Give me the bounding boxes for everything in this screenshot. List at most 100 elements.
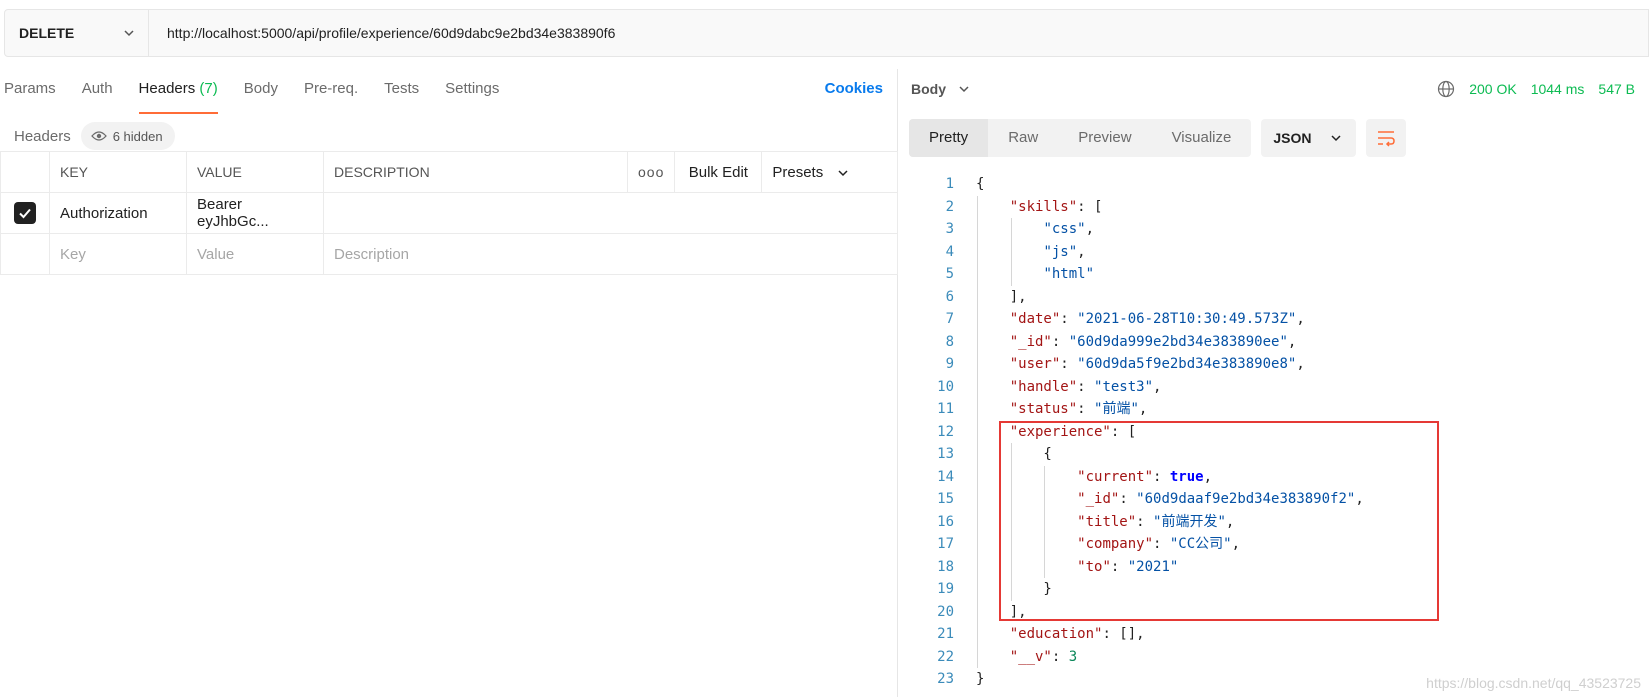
line-number: 14 — [937, 468, 954, 485]
indent-guide — [977, 645, 978, 668]
indent-guide — [977, 488, 978, 511]
code-text: "date": "2021-06-28T10:30:49.573Z", — [976, 308, 1305, 331]
code-line: 2 "skills": [ — [899, 195, 1649, 218]
key-input[interactable]: Key — [49, 233, 187, 275]
line-number: 5 — [945, 266, 954, 282]
indent-guide — [977, 510, 978, 533]
line-number: 9 — [945, 356, 954, 372]
tab-pretty[interactable]: Pretty — [909, 119, 989, 157]
tab-raw[interactable]: Raw — [988, 119, 1058, 157]
value-column-header: VALUE — [186, 151, 324, 193]
line-number: 22 — [937, 648, 954, 665]
indent-guide — [1010, 218, 1012, 241]
line-number: 20 — [937, 603, 954, 620]
bulk-edit-button[interactable]: Bulk Edit — [674, 151, 763, 193]
response-time[interactable]: 1044 ms — [1531, 81, 1585, 97]
tab-body[interactable]: Body — [244, 69, 278, 109]
presets-label: Presets — [772, 163, 824, 181]
key-column-header: KEY — [49, 151, 187, 193]
line-number: 7 — [945, 311, 954, 327]
line-number: 4 — [945, 243, 954, 260]
code-line: 10 "handle": "test3", — [899, 375, 1649, 398]
indent-guide — [977, 375, 978, 398]
code-line: 21 "education": [], — [899, 623, 1649, 646]
code-line: 8 "_id": "60d9da999e2bd34e383890ee", — [899, 330, 1649, 353]
code-text: "_id": "60d9da999e2bd34e383890ee", — [976, 330, 1296, 353]
tab-params[interactable]: Params — [4, 69, 56, 109]
experience-highlight-box — [999, 421, 1439, 621]
hidden-headers-toggle[interactable]: 6 hidden — [80, 122, 175, 150]
globe-icon[interactable] — [1437, 80, 1455, 98]
header-description-cell[interactable] — [323, 192, 898, 234]
tab-tests[interactable]: Tests — [384, 69, 419, 109]
code-text: { — [976, 176, 985, 192]
code-line: 5 "html" — [899, 263, 1649, 286]
indent-guide — [977, 443, 978, 466]
code-text: } — [976, 671, 985, 687]
tab-headers-label: Headers — [138, 80, 196, 97]
method-dropdown[interactable]: DELETE — [5, 10, 149, 56]
indent-guide — [977, 353, 978, 376]
code-text: "skills": [ — [976, 195, 1102, 218]
indent-guide — [977, 623, 978, 646]
indent-guide — [977, 398, 978, 421]
response-header: Body 200 OK 1044 ms 547 B — [899, 69, 1649, 109]
presets-dropdown[interactable]: Presets — [761, 151, 898, 193]
tab-preview[interactable]: Preview — [1058, 119, 1151, 157]
chevron-down-icon — [124, 30, 134, 37]
chevron-down-icon — [838, 170, 848, 176]
header-key-cell[interactable]: Authorization — [49, 192, 187, 234]
indent-guide — [977, 420, 978, 443]
row-checkbox-cell — [0, 192, 50, 234]
tab-headers[interactable]: Headers (7) — [138, 69, 218, 114]
line-number: 21 — [937, 626, 954, 642]
response-size[interactable]: 547 B — [1598, 81, 1635, 97]
response-status-area: 200 OK 1044 ms 547 B — [1437, 69, 1649, 109]
line-number: 19 — [937, 581, 954, 597]
indent-guide — [1010, 263, 1012, 286]
tab-pre-request[interactable]: Pre-req. — [304, 69, 358, 109]
indent-guide — [977, 240, 978, 263]
request-url-bar: DELETE http://localhost:5000/api/profile… — [4, 9, 1649, 57]
tab-auth[interactable]: Auth — [82, 69, 113, 109]
indent-guide — [977, 578, 978, 601]
indent-guide — [977, 285, 978, 308]
response-body-dropdown[interactable]: Body — [911, 81, 970, 97]
tab-settings[interactable]: Settings — [445, 69, 499, 109]
wrap-lines-icon — [1378, 131, 1396, 147]
indent-guide — [977, 308, 978, 331]
response-body-label: Body — [911, 81, 946, 97]
code-text: "__v": 3 — [976, 645, 1077, 668]
cookies-link[interactable]: Cookies — [825, 69, 883, 109]
tab-headers-count: (7) — [199, 80, 218, 97]
table-row-empty: Key Value Description — [0, 233, 898, 275]
wrap-lines-button[interactable] — [1366, 119, 1407, 157]
line-number: 12 — [937, 423, 954, 440]
description-column-header: DESCRIPTION — [323, 151, 628, 193]
request-pane: Params Auth Headers (7) Body Pre-req. Te… — [0, 69, 898, 697]
value-input[interactable]: Value — [186, 233, 324, 275]
empty-checkbox-cell — [0, 233, 50, 275]
status-code[interactable]: 200 OK — [1469, 81, 1516, 97]
format-dropdown[interactable]: JSON — [1261, 119, 1357, 157]
line-number: 11 — [937, 401, 954, 417]
header-value-cell[interactable]: Bearer eyJhbGc... — [186, 192, 324, 234]
eye-icon — [90, 131, 107, 141]
code-line: 1{ — [899, 173, 1649, 196]
code-text: "status": "前端", — [976, 398, 1147, 421]
code-line: 6 ], — [899, 285, 1649, 308]
headers-table: KEY VALUE DESCRIPTION ooo Bulk Edit Pres… — [0, 151, 898, 275]
code-text: "css", — [976, 218, 1094, 241]
response-view-toolbar: Pretty Raw Preview Visualize JSON — [909, 119, 1407, 157]
code-line: 3 "css", — [899, 218, 1649, 241]
description-input[interactable]: Description — [323, 233, 898, 275]
view-mode-tabs: Pretty Raw Preview Visualize — [909, 119, 1252, 157]
line-number: 18 — [937, 558, 954, 575]
more-options-button[interactable]: ooo — [626, 151, 676, 193]
row-enabled-checkbox[interactable] — [14, 202, 36, 224]
table-row: Authorization Bearer eyJhbGc... — [0, 192, 898, 234]
table-header-row: KEY VALUE DESCRIPTION ooo Bulk Edit Pres… — [0, 151, 898, 193]
url-input[interactable]: http://localhost:5000/api/profile/experi… — [149, 25, 615, 41]
tab-visualize[interactable]: Visualize — [1152, 119, 1252, 157]
chevron-down-icon — [1331, 135, 1341, 142]
